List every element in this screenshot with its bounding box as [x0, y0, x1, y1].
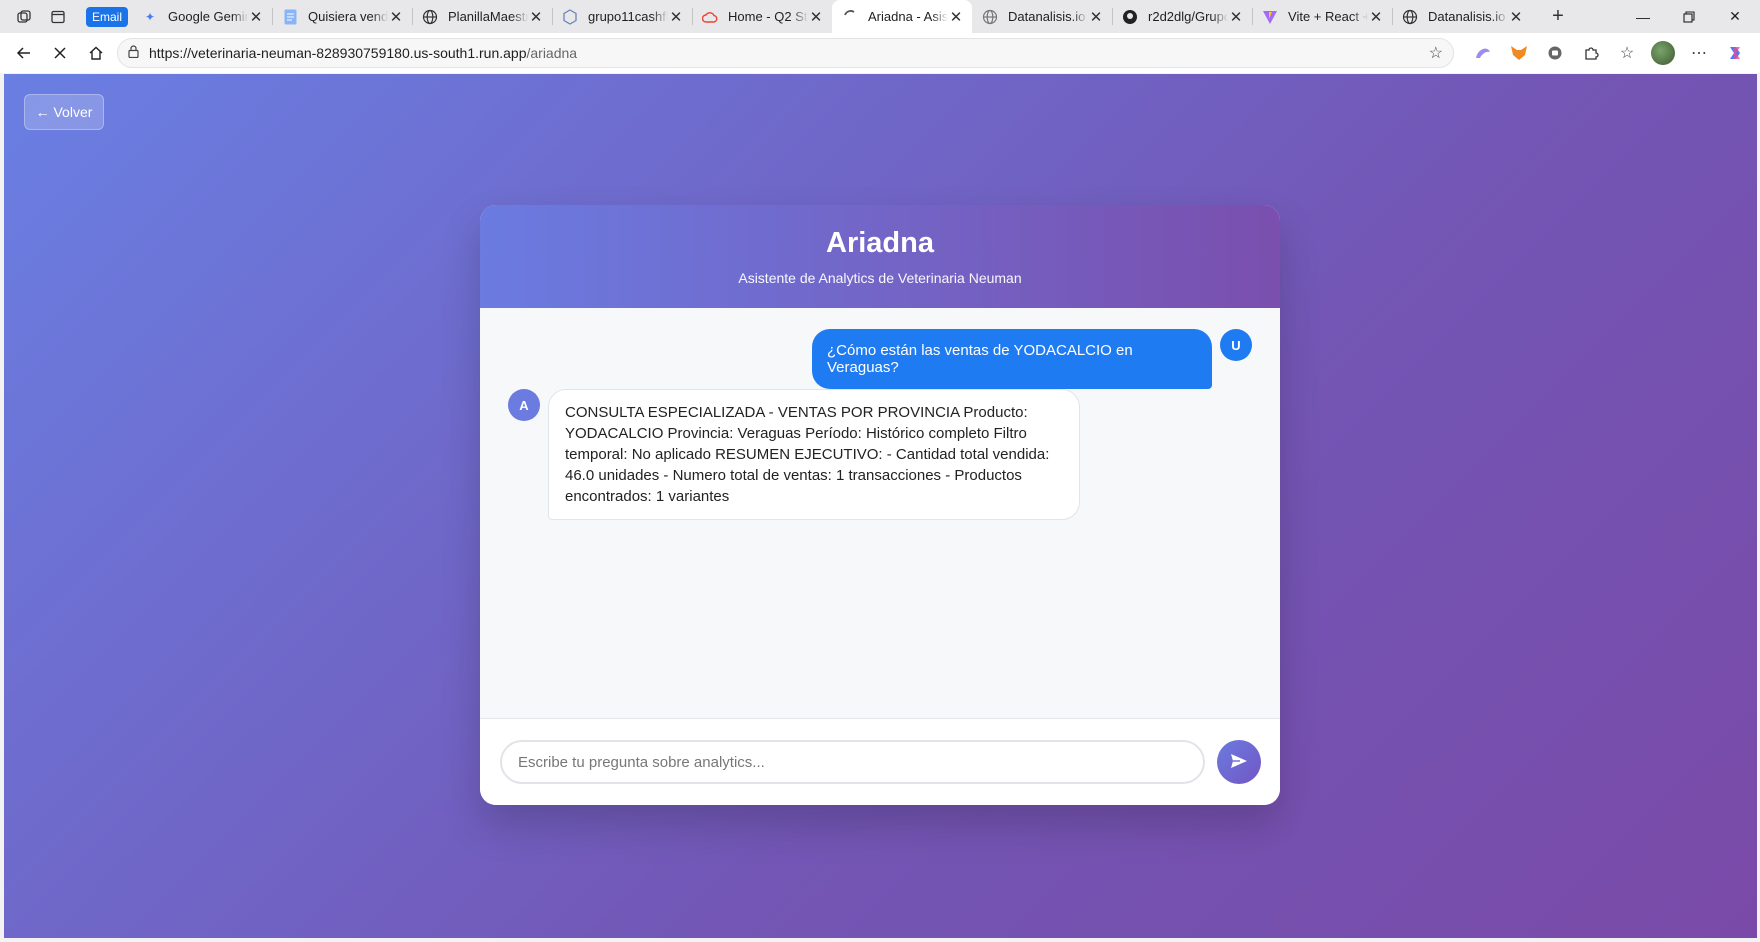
chat-title: Ariadna: [826, 227, 934, 259]
tab-ariadna[interactable]: Ariadna - Asiste ✕: [832, 0, 973, 33]
user-avatar: U: [1220, 329, 1252, 361]
back-button[interactable]: ← Volver: [24, 94, 104, 130]
extension-icon[interactable]: [1537, 37, 1573, 69]
copilot-extension-icon[interactable]: [1465, 37, 1501, 69]
close-icon[interactable]: ✕: [1368, 8, 1384, 26]
extensions-puzzle-icon[interactable]: [1573, 37, 1609, 69]
github-icon: [1122, 9, 1138, 25]
tab-title: Vite + React +: [1288, 9, 1369, 24]
tab-title: Datanalisis.io -: [1428, 9, 1509, 24]
tab-title: Quisiera vender: [308, 9, 389, 24]
close-icon[interactable]: ✕: [388, 8, 404, 26]
tab-google-gemini[interactable]: ✦ Google Gemini ✕: [132, 0, 272, 33]
document-icon: [282, 9, 298, 25]
cloud-icon: [702, 9, 718, 25]
restore-icon[interactable]: [1666, 0, 1712, 33]
assistant-message: CONSULTA ESPECIALIZADA - VENTAS POR PROV…: [548, 389, 1080, 520]
gemini-icon: ✦: [144, 9, 156, 24]
favorites-icon[interactable]: ☆: [1609, 37, 1645, 69]
tab-title: PlanillaMaestra: [448, 9, 529, 24]
tab-strip: Email ✦ Google Gemini ✕ Quisiera vender …: [0, 0, 1760, 33]
back-arrow-icon[interactable]: [8, 37, 40, 69]
chat-subtitle: Asistente de Analytics de Veterinaria Ne…: [738, 270, 1022, 286]
globe-icon: [1402, 9, 1418, 25]
stop-loading-icon[interactable]: [44, 37, 76, 69]
tab-title: Google Gemini: [168, 9, 249, 24]
window-close-icon[interactable]: ✕: [1712, 0, 1758, 33]
more-options-icon[interactable]: ⋯: [1681, 37, 1717, 69]
toolbar-extensions: ☆ ⋯: [1465, 33, 1753, 73]
send-button[interactable]: [1217, 740, 1261, 784]
vite-icon: [1262, 9, 1278, 25]
close-icon[interactable]: ✕: [1228, 8, 1244, 26]
profile-avatar[interactable]: [1645, 37, 1681, 69]
tab-grupo11cashflow[interactable]: grupo11cashflow ✕: [552, 0, 692, 33]
tab-planilla-maestra[interactable]: PlanillaMaestra ✕: [412, 0, 552, 33]
url-path: /ariadna: [526, 45, 578, 61]
tab-home-q2[interactable]: Home - Q2 Stat ✕: [692, 0, 832, 33]
send-icon: [1230, 753, 1248, 772]
close-icon[interactable]: ✕: [808, 8, 824, 26]
tab-actions-icon[interactable]: [48, 7, 68, 27]
close-icon[interactable]: ✕: [1508, 8, 1524, 26]
workspaces-icon[interactable]: [14, 7, 34, 27]
tab-title: Home - Q2 Stat: [728, 9, 808, 24]
close-icon[interactable]: ✕: [948, 8, 964, 26]
address-bar[interactable]: https://veterinaria-neuman-828930759180.…: [117, 38, 1454, 68]
chat-window: Ariadna Asistente de Analytics de Veteri…: [480, 205, 1280, 805]
chat-header: Ariadna Asistente de Analytics de Veteri…: [480, 205, 1280, 308]
user-message: ¿Cómo están las ventas de YODACALCIO en …: [812, 329, 1212, 389]
tab-title: grupo11cashflow: [588, 9, 669, 24]
tab-title: Ariadna - Asiste: [868, 9, 949, 24]
tab-datanalisis-1[interactable]: Datanalisis.io - ✕: [972, 0, 1112, 33]
close-icon[interactable]: ✕: [668, 8, 684, 26]
tab-quisiera-vender[interactable]: Quisiera vender ✕: [272, 0, 412, 33]
close-icon[interactable]: ✕: [1088, 8, 1104, 26]
chat-input-area: [480, 718, 1280, 805]
cube-icon: [562, 8, 578, 25]
loading-icon: [842, 9, 858, 25]
home-icon[interactable]: [80, 37, 112, 69]
tab-datanalisis-2[interactable]: Datanalisis.io - ✕: [1392, 0, 1532, 33]
tab-title: r2d2dlg/Grupo: [1148, 9, 1229, 24]
globe-icon: [422, 9, 438, 25]
favorite-star-icon[interactable]: ☆: [1429, 43, 1443, 63]
message-list: ¿Cómo están las ventas de YODACALCIO en …: [480, 308, 1280, 718]
tab-title: Datanalisis.io -: [1008, 9, 1089, 24]
close-icon[interactable]: ✕: [528, 8, 544, 26]
page-viewport: ← Volver Ariadna Asistente de Analytics …: [4, 74, 1757, 938]
navigation-bar: https://veterinaria-neuman-828930759180.…: [0, 33, 1760, 73]
lock-icon[interactable]: [128, 45, 139, 61]
minimize-icon[interactable]: —: [1620, 0, 1666, 33]
question-input[interactable]: [500, 740, 1205, 784]
url-host: https://veterinaria-neuman-828930759180.…: [149, 45, 527, 61]
email-badge[interactable]: Email: [86, 6, 129, 27]
assistant-avatar: A: [508, 389, 540, 421]
new-tab-icon[interactable]: +: [1546, 5, 1570, 28]
tab-vite-react[interactable]: Vite + React + ✕: [1252, 0, 1392, 33]
tab-github[interactable]: r2d2dlg/Grupo ✕: [1112, 0, 1252, 33]
metamask-icon[interactable]: [1501, 37, 1537, 69]
close-icon[interactable]: ✕: [248, 8, 264, 26]
copilot-icon[interactable]: [1717, 37, 1753, 69]
globe-icon: [982, 9, 998, 25]
